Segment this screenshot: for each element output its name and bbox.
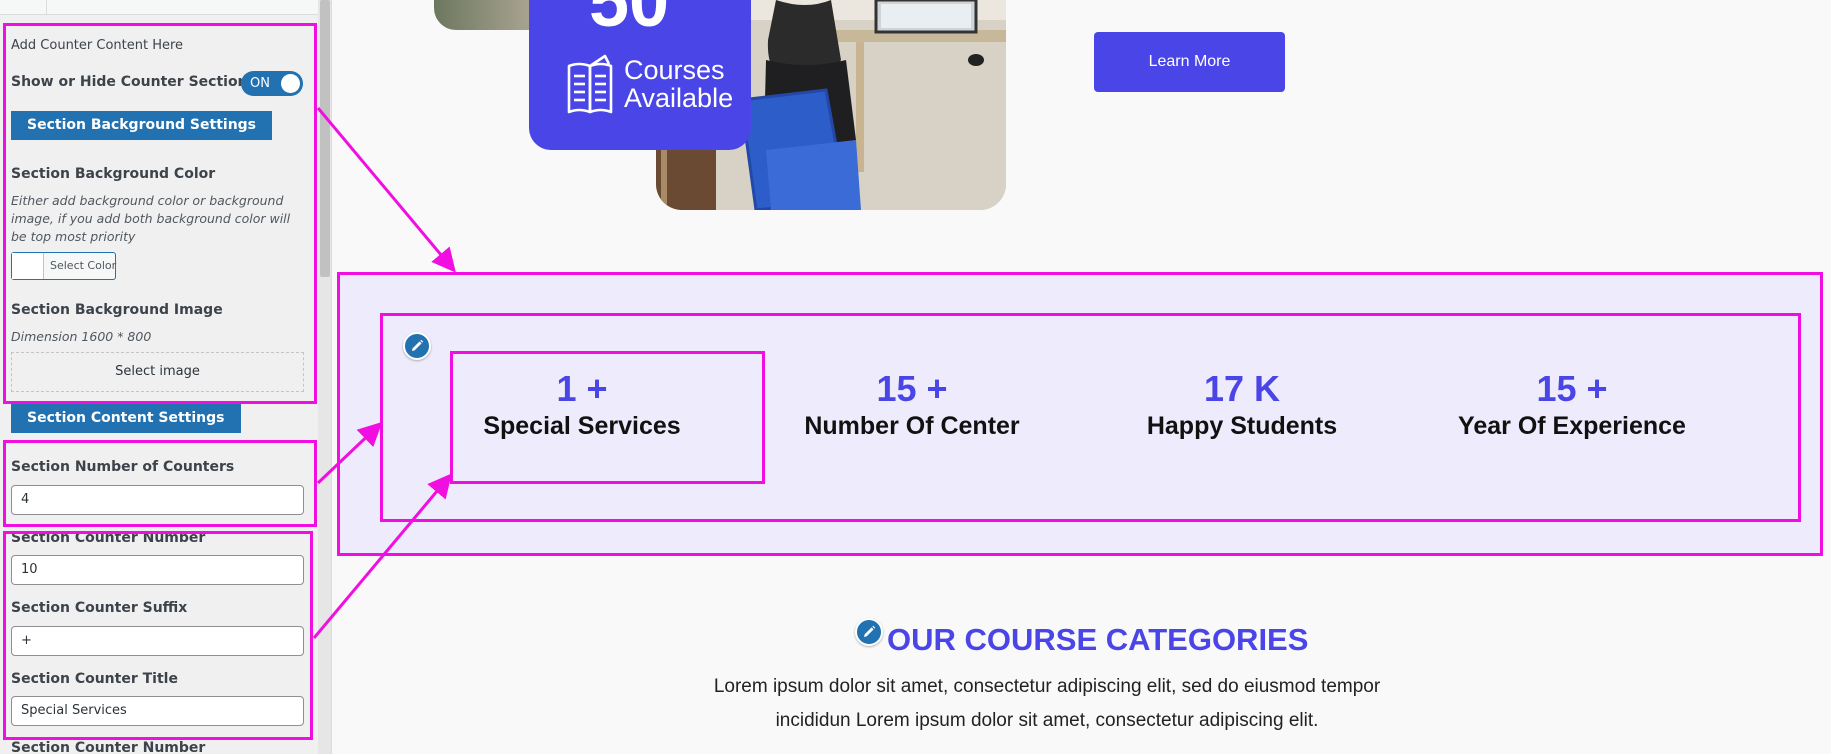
courses-available-card: 50 Courses Available [529,0,751,150]
book-icon [567,54,613,114]
counter-item: 15 + Year Of Experience [1422,368,1722,442]
select-color-button[interactable]: Select Color [11,252,116,280]
content-settings-button[interactable]: Section Content Settings [11,404,241,433]
counter-number: 15 + [876,368,948,409]
counter-title: Happy Students [1146,412,1338,440]
edit-categories-pencil-icon[interactable] [855,618,883,646]
bg-image-label: Section Background Image [11,302,223,318]
learn-more-button[interactable]: Learn More [1094,32,1285,92]
counter-number: 17 K [1203,368,1281,409]
num-counters-label: Section Number of Counters [11,459,235,475]
counter-number-label: Section Counter Number [11,530,206,546]
counter-number: 1 + [556,368,608,409]
bg-settings-button[interactable]: Section Background Settings [11,111,273,140]
courses-text-line2: Available [624,83,734,113]
courses-text-line1: Courses [624,55,725,85]
show-hide-label: Show or Hide Counter Section [11,74,248,90]
counter-intro-text: Add Counter Content Here [11,38,184,53]
customizer-panel: Add Counter Content Here Show or Hide Co… [0,0,332,754]
counter-title: Year Of Experience [1458,412,1686,440]
counter-item: 1 + Special Services [432,368,732,442]
num-counters-input[interactable]: 4 [11,485,304,515]
course-categories-description: Lorem ipsum dolor sit amet, consectetur … [713,676,1381,731]
select-image-button[interactable]: Select image [11,352,304,392]
courses-number: 50 [589,0,670,42]
courses-available-text: Courses Available [624,56,733,112]
select-color-label: Select Color [50,259,117,272]
counter-suffix-label: Section Counter Suffix [11,600,188,616]
course-categories-heading: OUR COURSE CATEGORIES [887,622,1309,657]
toggle-state-text: ON [250,76,270,91]
counter-item: 15 + Number Of Center [762,368,1062,442]
bg-color-label: Section Background Color [11,166,216,182]
toggle-knob [281,74,300,93]
site-preview: 50 Courses Available Learn More 1 + Spec… [332,0,1831,754]
counter-number-input[interactable]: 10 [11,555,304,585]
counter-suffix-input[interactable]: + [11,626,304,656]
counter-number: 15 + [1536,368,1608,409]
counter-item: 17 K Happy Students [1092,368,1392,442]
color-swatch [12,253,44,279]
counter-title-input[interactable]: Special Services [11,696,304,726]
edit-counter-pencil-icon[interactable] [403,332,431,360]
panel-scroll-thumb[interactable] [320,0,330,277]
counter-number-label-2: Section Counter Number [11,740,206,754]
tab-divider [46,0,47,15]
panel-tabs-strip [0,0,318,15]
bg-image-dimension: Dimension 1600 * 800 [11,329,152,344]
counter-title: Number Of Center [804,412,1020,440]
show-hide-toggle[interactable]: ON [241,71,303,96]
bg-color-description: Either add background color or backgroun… [11,193,291,244]
counter-title-label: Section Counter Title [11,671,178,687]
counter-title: Special Services [483,412,681,440]
